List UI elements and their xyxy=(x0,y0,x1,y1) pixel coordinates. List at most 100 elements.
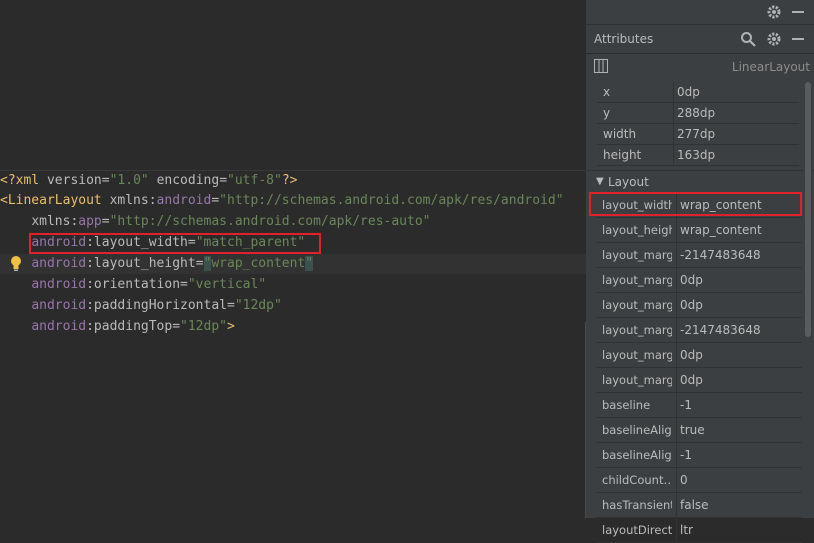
code-token: " xyxy=(305,256,314,271)
column-divider xyxy=(676,343,677,367)
attr-value: 277dp xyxy=(677,127,716,141)
table-row[interactable]: layoutDirect… ltr xyxy=(596,518,802,543)
view-class-row: LinearLayout xyxy=(586,54,814,80)
code-token: android xyxy=(31,319,87,334)
attr-value: -2147483648 xyxy=(680,323,761,337)
attr-value: 0dp xyxy=(677,85,700,99)
code-token: "http://schemas.android.com/apk/res/andr… xyxy=(219,193,564,208)
attr-key: height xyxy=(603,148,642,162)
table-row[interactable]: layout_marg… 0dp xyxy=(596,293,802,318)
collapse-triangle-icon[interactable]: ▼ xyxy=(596,176,604,187)
highlight-box-layout-width-attr xyxy=(589,192,802,216)
attr-key: baseline xyxy=(602,398,651,412)
column-divider xyxy=(676,218,677,242)
table-row[interactable]: layout_marg… -2147483648 xyxy=(596,318,802,343)
xml-code-editor[interactable]: <?xml version="1.0" encoding="utf-8"?> <… xyxy=(0,0,587,518)
table-row[interactable]: height 163dp xyxy=(597,145,799,166)
gear-icon[interactable] xyxy=(766,4,782,20)
code-line-6[interactable]: android:orientation="vertical" xyxy=(0,275,586,295)
column-divider xyxy=(676,318,677,342)
table-row[interactable]: layout_height wrap_content xyxy=(596,218,802,243)
lightbulb-icon[interactable] xyxy=(9,255,23,273)
attr-key: layout_marg… xyxy=(602,373,672,387)
column-divider xyxy=(673,145,674,165)
attr-value: -1 xyxy=(680,448,692,462)
attr-key: baselineAlig… xyxy=(602,448,672,462)
table-row[interactable]: width 277dp xyxy=(597,124,799,145)
attr-value: 0dp xyxy=(680,373,703,387)
gear-icon[interactable] xyxy=(766,31,782,47)
table-row[interactable]: baselineAlig… true xyxy=(596,418,802,443)
code-token: android xyxy=(31,277,87,292)
column-divider xyxy=(673,103,674,123)
search-icon[interactable] xyxy=(740,31,756,47)
code-token: android xyxy=(156,193,212,208)
table-row[interactable]: x 0dp xyxy=(597,82,799,103)
code-line-8[interactable]: android:paddingTop="12dp"> xyxy=(0,317,586,337)
attr-value: wrap_content xyxy=(680,223,762,237)
table-row[interactable]: baselineAlig… -1 xyxy=(596,443,802,468)
column-divider xyxy=(676,243,677,267)
section-label: Layout xyxy=(608,175,649,189)
minimize-icon[interactable] xyxy=(792,11,804,13)
minimize-icon[interactable] xyxy=(792,38,804,40)
columns-icon[interactable] xyxy=(594,59,608,73)
column-divider xyxy=(676,268,677,292)
attr-value: 0dp xyxy=(680,273,703,287)
column-divider xyxy=(676,518,677,542)
code-token: "12dp" xyxy=(180,319,227,334)
code-line-5[interactable]: android:layout_height="wrap_content" xyxy=(0,254,586,274)
code-token: android xyxy=(31,298,87,313)
code-token: encoding xyxy=(156,173,220,188)
code-token: = xyxy=(172,319,181,334)
attr-key: y xyxy=(603,106,611,120)
attr-value: 0dp xyxy=(680,298,703,312)
panel-scrollbar-thumb[interactable] xyxy=(805,82,811,337)
view-class-name: LinearLayout xyxy=(731,60,810,74)
highlight-box-layout-width xyxy=(29,233,321,254)
panel-top-toolbar xyxy=(586,0,814,25)
code-token: = xyxy=(227,298,235,313)
code-token: = xyxy=(180,277,188,292)
code-token: LinearLayout xyxy=(7,193,102,208)
code-line-3[interactable]: xmlns:app="http://schemas.android.com/ap… xyxy=(0,212,586,232)
attributes-panel: Attributes LinearLayout x 0dp y 288dp widt… xyxy=(586,0,814,543)
table-row[interactable]: childCount… 0 xyxy=(596,468,802,493)
code-token: xml xyxy=(15,173,40,188)
table-row[interactable]: layout_marg… 0dp xyxy=(596,368,802,393)
table-row[interactable]: layout_marg… -2147483648 xyxy=(596,243,802,268)
column-divider xyxy=(673,124,674,144)
attr-key: hasTransient… xyxy=(602,498,672,512)
attr-key: baselineAlig… xyxy=(602,423,672,437)
code-token: xmlns: xyxy=(109,193,157,208)
attr-value: 288dp xyxy=(677,106,716,120)
table-row[interactable]: hasTransient… false xyxy=(596,493,802,518)
column-divider xyxy=(676,368,677,392)
column-divider xyxy=(676,443,677,467)
attr-value: 0 xyxy=(680,473,688,487)
attr-value: false xyxy=(680,498,709,512)
table-row[interactable]: layout_marg… 0dp xyxy=(596,343,802,368)
code-token: ?> xyxy=(281,173,298,188)
column-divider xyxy=(676,468,677,492)
code-token: = xyxy=(211,193,220,208)
code-line-2[interactable]: <LinearLayout xmlns:android="http://sche… xyxy=(0,191,586,211)
layout-section-header[interactable]: ▼ Layout xyxy=(586,170,814,193)
table-row[interactable]: baseline -1 xyxy=(596,393,802,418)
table-row[interactable]: y 288dp xyxy=(597,103,799,124)
attr-key: layoutDirect… xyxy=(602,523,672,537)
code-token: :paddingTop xyxy=(86,319,173,334)
attr-value: -2147483648 xyxy=(680,248,761,262)
layout-attributes-table: layout_widthwrap_content layout_heightwr… xyxy=(596,193,802,543)
code-line-7[interactable]: android:paddingHorizontal="12dp" xyxy=(0,296,586,316)
table-row[interactable]: layout_marg… 0dp xyxy=(596,268,802,293)
code-line-1[interactable]: <?xml version="1.0" encoding="utf-8"?> xyxy=(0,171,586,191)
code-token: "utf-8" xyxy=(227,173,282,188)
